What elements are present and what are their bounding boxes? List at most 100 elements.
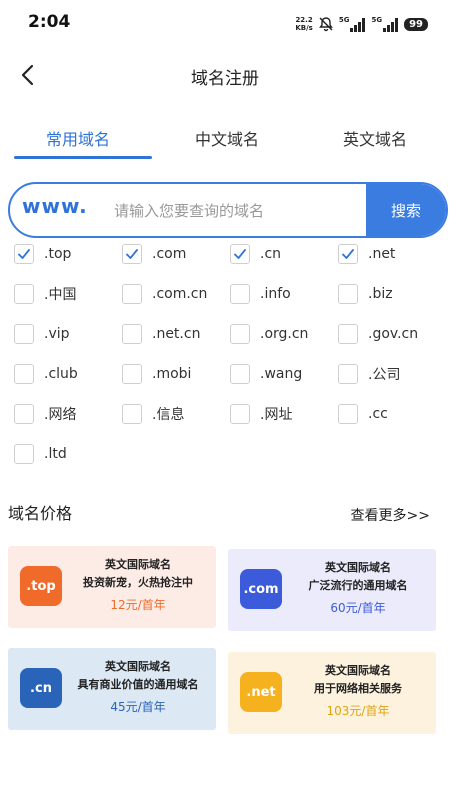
tab-chinese-domains[interactable]: 中文域名 [195,126,259,150]
suffix-option[interactable]: .vip [14,324,70,344]
price-card-cn[interactable]: .cn 英文国际域名具有商业价值的通用域名 45元/首年 [8,648,216,730]
suffix-option[interactable]: .gov.cn [338,324,418,344]
card-title: 英文国际域名 [325,561,391,574]
status-icons: 22.2 KB/s 5G 5G 99 [295,16,428,32]
suffix-label: .com.cn [152,286,208,302]
top-logo-icon: .top [20,566,62,606]
suffix-option[interactable]: .wang [230,364,302,384]
card-description: 投资新宠，火热抢注中 [83,576,193,589]
suffix-label: .cn [260,246,282,262]
checkbox-unchecked[interactable] [230,284,250,304]
checkbox-unchecked[interactable] [122,284,142,304]
suffix-label: .信息 [152,407,185,423]
checkbox-unchecked[interactable] [122,324,142,344]
cn-logo-icon: .cn [20,668,62,708]
price-card-com[interactable]: .com 英文国际域名 广泛流行的通用域名 60元/首年 [228,549,436,631]
signal-sim2-label: 5G [371,16,383,24]
suffix-option[interactable]: .网址 [230,404,292,424]
suffix-option[interactable]: .biz [338,284,393,304]
page-title: 域名注册 [191,69,259,89]
suffix-label: .中国 [44,287,77,303]
price-card-top[interactable]: .top 英文国际域名投资新宠，火热抢注中 12元/首年 [8,546,216,628]
checkbox-checked[interactable] [122,244,142,264]
signal-sim2: 5G [371,16,399,32]
suffix-option[interactable]: .com.cn [122,284,207,304]
card-price: 103元/首年 [326,704,390,718]
suffix-label: .info [260,286,291,302]
checkbox-unchecked[interactable] [230,404,250,424]
status-time: 2:04 [28,12,71,32]
suffix-label: .公司 [368,367,401,383]
suffix-label: .vip [44,326,70,342]
checkbox-checked[interactable] [338,244,358,264]
card-price: 45元/首年 [110,700,166,714]
checkbox-unchecked[interactable] [14,404,34,424]
checkbox-checked[interactable] [14,244,34,264]
suffix-label: .wang [260,366,303,382]
suffix-option[interactable]: .mobi [122,364,191,384]
checkbox-unchecked[interactable] [338,364,358,384]
www-prefix: www. [22,194,88,218]
suffix-label: .网络 [44,407,77,423]
tab-common-domains[interactable]: 常用域名 [46,126,110,150]
signal-bars-icon [383,18,399,32]
suffix-label: .网址 [260,407,293,423]
card-title: 英文国际域名 [325,664,391,677]
suffix-option[interactable]: .com [122,244,186,264]
checkbox-unchecked[interactable] [122,364,142,384]
price-card-net[interactable]: .net 英文国际域名 用于网络相关服务 103元/首年 [228,652,436,734]
suffix-option[interactable]: .中国 [14,284,76,304]
suffix-option[interactable]: .公司 [338,364,400,384]
suffix-option[interactable]: .net [338,244,395,264]
card-title: 英文国际域名 [105,660,171,673]
suffix-option[interactable]: .cc [338,404,388,424]
card-description: 具有商业价值的通用域名 [77,678,199,691]
suffix-label: .top [44,246,72,262]
suffix-label: .biz [368,286,393,302]
suffix-option[interactable]: .top [14,244,71,264]
view-more-link[interactable]: 查看更多>> [351,505,430,525]
checkbox-unchecked[interactable] [14,284,34,304]
checkbox-unchecked[interactable] [14,444,34,464]
checkbox-unchecked[interactable] [122,404,142,424]
suffix-option[interactable]: .ltd [14,444,67,464]
suffix-option[interactable]: .cn [230,244,281,264]
checkbox-checked[interactable] [230,244,250,264]
checkbox-unchecked[interactable] [338,284,358,304]
network-speed: 22.2 KB/s [295,16,312,32]
card-description: 广泛流行的通用域名 [308,579,408,592]
checkbox-unchecked[interactable] [338,404,358,424]
domain-search-input[interactable] [114,197,364,225]
suffix-option[interactable]: .网络 [14,404,76,424]
battery-indicator: 99 [404,17,428,31]
card-text: 英文国际域名 用于网络相关服务 103元/首年 [284,662,432,722]
status-bar: 2:04 22.2 KB/s 5G 5G 99 [0,0,450,44]
tab-english-domains[interactable]: 英文域名 [343,126,407,150]
mute-icon [318,16,334,32]
suffix-label: .ltd [44,446,67,462]
card-text: 英文国际域名投资新宠，火热抢注中 12元/首年 [64,556,212,616]
checkbox-unchecked[interactable] [230,364,250,384]
com-logo-icon: .com [240,569,282,609]
domain-tabs: 常用域名 中文域名 英文域名 [0,120,450,162]
check-icon [342,249,354,259]
signal-bars-icon [350,18,366,32]
search-button[interactable]: 搜索 [366,184,446,236]
net-logo-icon: .net [240,672,282,712]
card-description: 用于网络相关服务 [314,682,402,695]
suffix-option[interactable]: .info [230,284,291,304]
suffix-label: .club [44,366,78,382]
card-title: 英文国际域名 [105,558,171,571]
suffix-option[interactable]: .org.cn [230,324,308,344]
suffix-label: .mobi [152,366,192,382]
suffix-option[interactable]: .club [14,364,78,384]
price-section-title: 域名价格 [8,504,73,523]
card-price: 12元/首年 [110,598,166,612]
checkbox-unchecked[interactable] [14,364,34,384]
checkbox-unchecked[interactable] [14,324,34,344]
checkbox-unchecked[interactable] [338,324,358,344]
suffix-option[interactable]: .信息 [122,404,184,424]
card-text: 英文国际域名 广泛流行的通用域名 60元/首年 [284,559,432,619]
suffix-option[interactable]: .net.cn [122,324,200,344]
checkbox-unchecked[interactable] [230,324,250,344]
